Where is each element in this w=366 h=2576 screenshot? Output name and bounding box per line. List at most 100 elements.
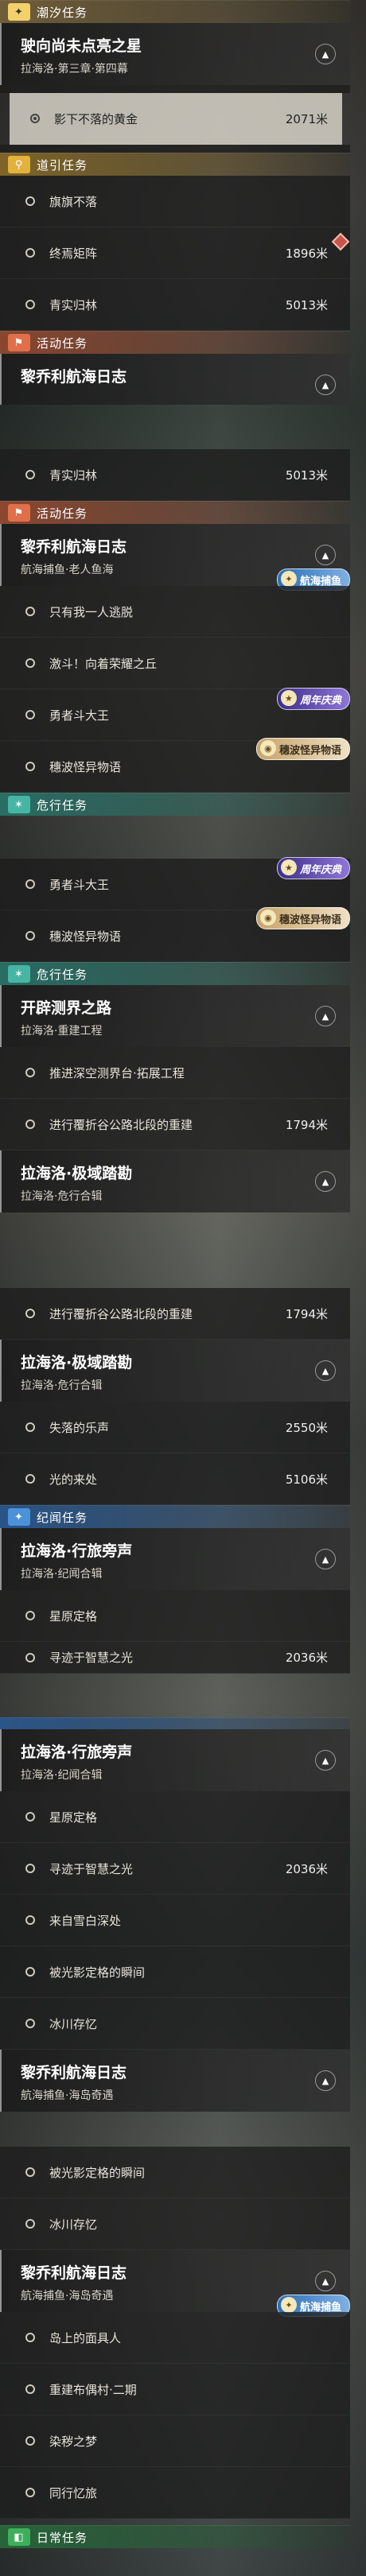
objective-row[interactable]: 寻迹于智慧之光 2036米 <box>0 1642 350 1674</box>
category-event[interactable]: ⚑ 活动任务 <box>0 501 350 524</box>
objective-distance: 2036米 <box>285 1861 328 1876</box>
objective-row[interactable]: 勇者斗大王 ★ 周年庆典 <box>0 857 350 910</box>
radio-icon <box>25 1864 35 1873</box>
objective-label: 冰川存忆 <box>49 2016 98 2031</box>
objective-distance: 1794米 <box>285 1306 328 1321</box>
quest-card[interactable]: 开辟测界之路 拉海洛·重建工程 ▲ <box>0 985 350 1047</box>
chevron-up-icon[interactable]: ▲ <box>315 44 336 64</box>
quest-panel-event: 青实归林 5013米 ⚑ 活动任务 黎乔利航海日志 航海捕鱼·老人鱼海 ▲ ✦ … <box>0 449 350 816</box>
category-label: 活动任务 <box>37 336 88 351</box>
objective-row[interactable]: 旗旗不落 <box>0 176 350 227</box>
objective-row[interactable]: 穗波怪异物语 ◉ 穗波怪异物语 <box>0 907 350 962</box>
objective-row[interactable]: 冰川存忆 <box>0 1998 350 2050</box>
objective-row[interactable]: 星原定格 <box>0 1590 350 1642</box>
radio-icon <box>25 1652 35 1662</box>
badge-label: 航海捕鱼 <box>299 575 341 588</box>
quest-card[interactable]: 拉海洛·行旅旁声 拉海洛·纪闻合辑 ▲ <box>0 1729 350 1791</box>
objective-row[interactable]: 染秽之梦 <box>0 2415 350 2467</box>
objective-row[interactable]: 光的来处 5106米 <box>0 1453 350 1505</box>
category-note[interactable] <box>0 1717 350 1729</box>
quest-title: 拉海洛·行旅旁声 <box>21 1744 133 1761</box>
objective-label: 青实归林 <box>49 467 98 483</box>
flag-icon: ⚑ <box>8 334 30 351</box>
category-label: 纪闻任务 <box>37 1510 88 1525</box>
objective-label: 星原定格 <box>49 1608 98 1624</box>
quest-subtitle: 拉海洛·纪闻合辑 <box>21 1568 103 1581</box>
radio-icon <box>25 658 35 668</box>
chevron-up-icon[interactable]: ▲ <box>315 2070 336 2091</box>
quest-title: 黎乔利航海日志 <box>21 2264 127 2282</box>
chevron-up-icon[interactable]: ▲ <box>315 374 336 395</box>
category-danger[interactable]: ✶ 危行任务 <box>0 962 350 985</box>
objective-label: 寻迹于智慧之光 <box>49 1651 134 1665</box>
objective-row[interactable]: 来自雪白深处 <box>0 1895 350 1946</box>
objective-label: 岛上的面具人 <box>49 2330 122 2345</box>
category-tide[interactable]: ✦ 潮汐任务 <box>0 0 350 23</box>
objective-row[interactable]: 岛上的面具人 <box>0 2312 350 2364</box>
objective-distance: 1794米 <box>285 1117 328 1132</box>
objective-row[interactable]: 被光影定格的瞬间 <box>0 2147 350 2198</box>
quest-card[interactable]: 黎乔利航海日志 航海捕鱼·海岛奇遇 ▲ <box>0 2050 350 2112</box>
quest-card[interactable]: 黎乔利航海日志 ▲ <box>0 354 350 405</box>
objective-row[interactable]: 寻迹于智慧之光 2036米 <box>0 1843 350 1895</box>
quest-card[interactable]: 拉海洛·行旅旁声 拉海洛·纪闻合辑 ▲ <box>0 1528 350 1590</box>
objective-row[interactable]: 勇者斗大王 ★ 周年庆典 <box>0 688 350 741</box>
chevron-up-icon[interactable]: ▲ <box>315 1549 336 1569</box>
quest-subtitle: 航海捕鱼·海岛奇遇 <box>21 2089 114 2102</box>
category-label: 危行任务 <box>37 797 88 813</box>
objective-row[interactable]: 同行忆旅 <box>0 2467 350 2519</box>
quest-title: 拉海洛·极域踏勘 <box>21 1354 133 1371</box>
chevron-up-icon[interactable]: ▲ <box>315 1006 336 1026</box>
objective-label: 推进深空测界台·拓展工程 <box>49 1065 185 1080</box>
category-label: 道引任务 <box>37 157 88 173</box>
radio-icon <box>25 2019 35 2028</box>
badge-label: 周年庆典 <box>299 863 341 876</box>
objective-label: 来自雪白深处 <box>49 1913 122 1928</box>
category-guide[interactable]: ⚲ 道引任务 <box>0 153 350 176</box>
category-note[interactable]: ✦ 纪闻任务 <box>0 1505 350 1528</box>
quest-card[interactable]: 拉海洛·极域踏勘 拉海洛·危行合辑 ▲ <box>0 1150 350 1212</box>
quest-card[interactable]: 拉海洛·极域踏勘 拉海洛·危行合辑 ▲ <box>0 1340 350 1402</box>
category-danger[interactable]: ✶ 危行任务 <box>0 793 350 816</box>
chevron-up-icon[interactable]: ▲ <box>315 2271 336 2291</box>
objective-row[interactable]: 冰川存忆 <box>0 2198 350 2250</box>
radio-icon <box>25 1611 35 1620</box>
objective-row[interactable]: 失落的乐声 2550米 <box>0 1402 350 1453</box>
objective-row[interactable]: 重建布偶村·二期 <box>0 2364 350 2415</box>
quest-title: 拉海洛·极域踏勘 <box>21 1165 133 1182</box>
badge-label: 穗波怪异物语 <box>278 914 341 926</box>
category-event[interactable]: ⚑ 活动任务 <box>0 331 350 354</box>
flag-icon: ⚑ <box>8 504 30 522</box>
radio-icon <box>25 710 35 720</box>
radio-icon <box>25 1119 35 1129</box>
objective-row[interactable]: 青实归林 5013米 <box>0 449 350 501</box>
chevron-up-icon[interactable]: ▲ <box>315 1750 336 1771</box>
objective-label: 光的来处 <box>49 1472 98 1487</box>
quest-card[interactable]: 驶向尚未点亮之星 拉海洛·第三章·第四幕 ▲ <box>0 23 350 85</box>
objective-row[interactable]: 进行覆折谷公路北段的重建 1794米 <box>0 1099 350 1150</box>
objective-row[interactable]: 被光影定格的瞬间 <box>0 1946 350 1998</box>
objective-label: 染秽之梦 <box>49 2434 98 2449</box>
objective-row[interactable]: 只有我一人逃脱 <box>0 586 350 638</box>
objective-row[interactable]: 青实归林 5013米 <box>0 279 350 331</box>
mask-icon: ◉ <box>259 910 276 925</box>
objective-row-selected[interactable]: 影下不落的黄金 2071米 <box>10 93 342 145</box>
objective-row[interactable]: 进行覆折谷公路北段的重建 1794米 <box>0 1288 350 1340</box>
quest-tracker-list: ✦ 潮汐任务 驶向尚未点亮之星 拉海洛·第三章·第四幕 ▲ 影下不落的黄金 20… <box>0 0 366 2576</box>
chevron-up-icon[interactable]: ▲ <box>315 1171 336 1192</box>
objective-row[interactable]: 终焉矩阵 1896米 <box>0 227 350 279</box>
objective-label: 进行覆折谷公路北段的重建 <box>49 1117 193 1132</box>
objective-row[interactable]: 激斗！向着荣耀之丘 <box>0 638 350 689</box>
objective-row[interactable]: 星原定格 <box>0 1791 350 1843</box>
quest-card[interactable]: 黎乔利航海日志 航海捕鱼·老人鱼海 ▲ ✦ 航海捕鱼 <box>0 524 350 591</box>
chevron-up-icon[interactable]: ▲ <box>315 545 336 565</box>
badge-label: 周年庆典 <box>299 694 341 707</box>
objective-label: 影下不落的黄金 <box>54 111 138 126</box>
tide-icon: ✦ <box>8 3 30 21</box>
objective-row[interactable]: 穗波怪异物语 ◉ 穗波怪异物语 <box>0 738 350 793</box>
quest-card[interactable]: 黎乔利航海日志 航海捕鱼·海岛奇遇 ▲ ✦ 航海捕鱼 <box>0 2250 350 2317</box>
category-daily[interactable]: ◧ 日常任务 <box>0 2525 350 2548</box>
objective-row[interactable]: 推进深空测界台·拓展工程 <box>0 1047 350 1099</box>
chevron-up-icon[interactable]: ▲ <box>315 1360 336 1381</box>
objective-label: 被光影定格的瞬间 <box>49 1965 146 1980</box>
